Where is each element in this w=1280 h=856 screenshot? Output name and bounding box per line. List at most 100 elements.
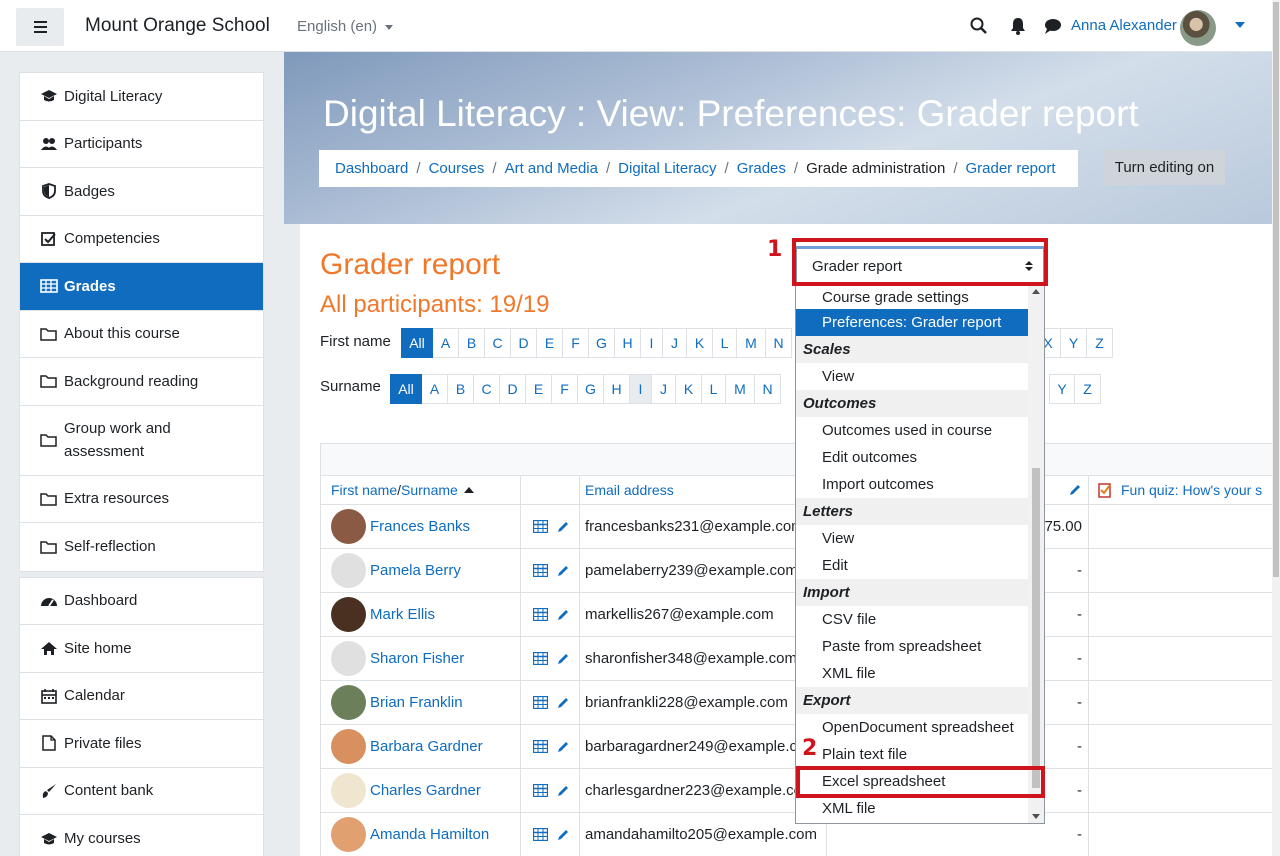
option-xml-file[interactable]: XML file xyxy=(796,660,1028,687)
turn-editing-on-button[interactable]: Turn editing on xyxy=(1104,150,1225,185)
breadcrumb-item[interactable]: Grader report xyxy=(965,160,1055,177)
sidebar-item-extra-resources[interactable]: Extra resources xyxy=(20,476,263,523)
sidebar-item-site-home[interactable]: Site home xyxy=(20,625,263,673)
grade-table-icon[interactable] xyxy=(533,652,548,665)
initial-n-button[interactable]: N xyxy=(766,328,792,358)
breadcrumb-item[interactable]: Digital Literacy xyxy=(618,160,716,177)
avatar[interactable] xyxy=(331,685,366,720)
option-paste-from-spreadsheet[interactable]: Paste from spreadsheet xyxy=(796,633,1028,660)
initial-j-button[interactable]: J xyxy=(663,328,687,358)
grade-table-icon[interactable] xyxy=(533,828,548,841)
user-menu-chevron-icon[interactable] xyxy=(1235,22,1245,28)
initial-g-button[interactable]: G xyxy=(578,374,604,404)
option-course-grade-settings[interactable]: Course grade settings xyxy=(796,285,1028,309)
search-icon[interactable] xyxy=(969,16,989,36)
student-name-link[interactable]: Charles Gardner xyxy=(370,782,481,799)
initial-b-button[interactable]: B xyxy=(448,374,474,404)
initial-c-button[interactable]: C xyxy=(474,374,500,404)
option-edit[interactable]: Edit xyxy=(796,552,1028,579)
student-name-link[interactable]: Amanda Hamilton xyxy=(370,826,489,843)
user-name[interactable]: Anna Alexander xyxy=(1071,17,1177,34)
sidebar-item-digital-literacy[interactable]: Digital Literacy xyxy=(20,73,263,121)
avatar[interactable] xyxy=(331,773,366,808)
grade-table-icon[interactable] xyxy=(533,696,548,709)
student-name-link[interactable]: Mark Ellis xyxy=(370,606,435,623)
grade-table-icon[interactable] xyxy=(533,784,548,797)
pencil-icon[interactable] xyxy=(556,564,570,578)
initial-n-button[interactable]: N xyxy=(755,374,781,404)
sidebar-item-self-reflection[interactable]: Self-reflection xyxy=(20,523,263,571)
initial-z-button[interactable]: Z xyxy=(1087,328,1113,358)
student-name-link[interactable]: Frances Banks xyxy=(370,518,470,535)
grade-table-icon[interactable] xyxy=(533,564,548,577)
initial-f-button[interactable]: F xyxy=(552,374,578,404)
breadcrumb-item[interactable]: Art and Media xyxy=(505,160,598,177)
initial-i-button[interactable]: I xyxy=(641,328,663,358)
initial-i-button[interactable]: I xyxy=(630,374,652,404)
initial-c-button[interactable]: C xyxy=(485,328,511,358)
option-view[interactable]: View xyxy=(796,363,1028,390)
initial-a-button[interactable]: A xyxy=(422,374,448,404)
sidebar-item-calendar[interactable]: Calendar xyxy=(20,673,263,720)
sidebar-item-participants[interactable]: Participants xyxy=(20,121,263,168)
initial-y-button[interactable]: Y xyxy=(1049,374,1075,404)
initial-all-button[interactable]: All xyxy=(401,328,433,358)
sidebar-item-content-bank[interactable]: Content bank xyxy=(20,768,263,815)
avatar[interactable] xyxy=(331,729,366,764)
pencil-icon[interactable] xyxy=(1068,483,1082,497)
breadcrumb-item[interactable]: Courses xyxy=(429,160,485,177)
initial-m-button[interactable]: M xyxy=(726,374,755,404)
sidebar-item-dashboard[interactable]: Dashboard xyxy=(20,578,263,625)
initial-d-button[interactable]: D xyxy=(500,374,526,404)
sort-surname-link[interactable]: Surname xyxy=(401,482,458,498)
avatar[interactable] xyxy=(331,553,366,588)
option-xml-file[interactable]: XML file xyxy=(796,795,1028,822)
initial-h-button[interactable]: H xyxy=(615,328,641,358)
grade-table-icon[interactable] xyxy=(533,608,548,621)
sidebar-item-about-this-course[interactable]: About this course xyxy=(20,311,263,358)
message-icon[interactable] xyxy=(1043,16,1063,36)
option-csv-file[interactable]: CSV file xyxy=(796,606,1028,633)
option-outcomes-used-in-course[interactable]: Outcomes used in course xyxy=(796,417,1028,444)
quiz-column-header[interactable]: Fun quiz: How's your s xyxy=(1121,482,1262,498)
breadcrumb-item[interactable]: Dashboard xyxy=(335,160,408,177)
grade-table-icon[interactable] xyxy=(533,740,548,753)
language-menu[interactable]: English (en) xyxy=(297,18,394,35)
avatar[interactable] xyxy=(331,509,366,544)
bell-icon[interactable] xyxy=(1008,16,1028,36)
option-plain-text-file[interactable]: Plain text file xyxy=(796,741,1028,768)
option-import-outcomes[interactable]: Import outcomes xyxy=(796,471,1028,498)
option-view[interactable]: View xyxy=(796,525,1028,552)
avatar[interactable] xyxy=(331,817,366,852)
initial-l-button[interactable]: L xyxy=(702,374,726,404)
initial-k-button[interactable]: K xyxy=(687,328,713,358)
student-name-link[interactable]: Barbara Gardner xyxy=(370,738,483,755)
sidebar-item-group-work-and-assessment[interactable]: Group work and assessment xyxy=(20,406,263,476)
student-name-link[interactable]: Pamela Berry xyxy=(370,562,461,579)
avatar[interactable] xyxy=(331,597,366,632)
initial-f-button[interactable]: F xyxy=(563,328,589,358)
initial-d-button[interactable]: D xyxy=(511,328,537,358)
sort-firstname-link[interactable]: First name xyxy=(331,482,397,498)
initial-b-button[interactable]: B xyxy=(459,328,485,358)
pencil-icon[interactable] xyxy=(556,520,570,534)
initial-h-button[interactable]: H xyxy=(604,374,630,404)
listbox-scrollbar[interactable] xyxy=(1028,285,1044,823)
sidebar-item-badges[interactable]: Badges xyxy=(20,168,263,216)
page-scrollbar[interactable] xyxy=(1272,0,1280,856)
sidebar-item-background-reading[interactable]: Background reading xyxy=(20,358,263,406)
sidebar-item-grades[interactable]: Grades xyxy=(20,263,263,311)
sidebar-item-competencies[interactable]: Competencies xyxy=(20,216,263,263)
user-avatar[interactable] xyxy=(1180,10,1216,46)
option-preferences-grader-report[interactable]: Preferences: Grader report xyxy=(796,309,1028,336)
sidebar-item-my-courses[interactable]: My courses xyxy=(20,815,263,856)
student-name-link[interactable]: Sharon Fisher xyxy=(370,650,464,667)
pencil-icon[interactable] xyxy=(556,784,570,798)
initial-k-button[interactable]: K xyxy=(676,374,702,404)
email-column-header[interactable]: Email address xyxy=(579,476,826,504)
avatar[interactable] xyxy=(331,641,366,676)
option-opendocument-spreadsheet[interactable]: OpenDocument spreadsheet xyxy=(796,714,1028,741)
initial-y-button[interactable]: Y xyxy=(1061,328,1087,358)
pencil-icon[interactable] xyxy=(556,828,570,842)
sidebar-item-private-files[interactable]: Private files xyxy=(20,720,263,768)
